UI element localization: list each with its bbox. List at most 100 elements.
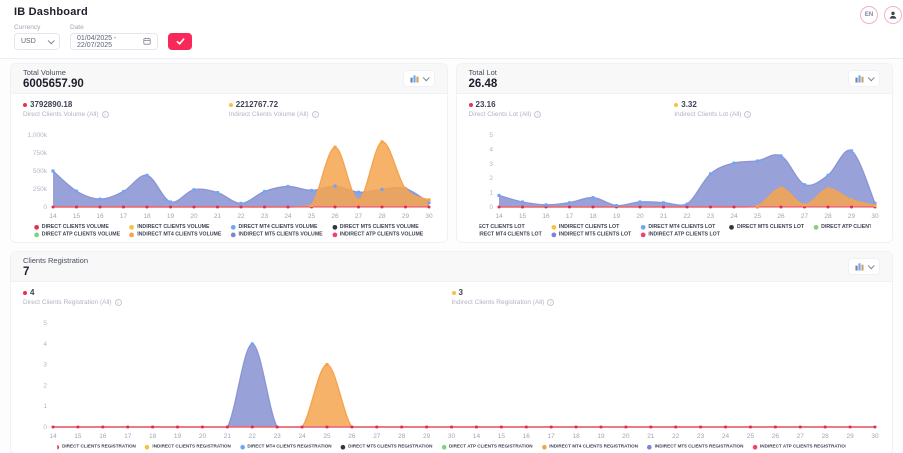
svg-text:25: 25 bbox=[753, 213, 761, 220]
svg-text:20: 20 bbox=[622, 433, 630, 440]
svg-text:23: 23 bbox=[274, 433, 282, 440]
legend-label: DIRECT MT4 CLIENTS REGISTRATION bbox=[247, 444, 331, 450]
info-icon[interactable]: i bbox=[312, 111, 319, 118]
svg-text:25: 25 bbox=[308, 213, 316, 220]
svg-text:15: 15 bbox=[498, 433, 506, 440]
stat-dot bbox=[229, 103, 233, 107]
legend-item[interactable]: INDIRECT ATP CLIENTS LOT bbox=[640, 232, 719, 238]
legend-label: INDIRECT MT5 CLIENTS LOT bbox=[558, 232, 630, 238]
legend-item[interactable]: DIRECT MT4 CLIENTS LOT bbox=[640, 224, 719, 230]
svg-text:750k: 750k bbox=[33, 150, 48, 157]
legend-item[interactable]: DIRECT ATP CLIENTS LOT bbox=[813, 224, 870, 230]
legend-item[interactable]: INDIRECT CLIENTS REGISTRATION bbox=[145, 444, 231, 450]
stat-indirect: 3 Indirect Clients Registration (All)i bbox=[452, 288, 881, 314]
bar-chart-icon bbox=[855, 74, 864, 83]
user-menu-button[interactable] bbox=[884, 6, 902, 24]
svg-text:19: 19 bbox=[167, 213, 175, 220]
info-icon[interactable]: i bbox=[115, 299, 122, 306]
clients-registration-card: Clients Registration 7 4 Direct Clients … bbox=[10, 251, 893, 453]
stat-label: Indirect Clients Registration (All) bbox=[452, 299, 545, 306]
user-icon bbox=[888, 10, 898, 20]
legend-label: DIRECT MT4 CLIENTS LOT bbox=[648, 224, 715, 230]
legend-dot bbox=[231, 232, 236, 237]
svg-text:27: 27 bbox=[373, 433, 381, 440]
stat-value: 3792890.18 bbox=[30, 100, 72, 109]
date-range-input[interactable]: 01/04/2025 - 22/07/2025 bbox=[70, 33, 158, 50]
svg-text:18: 18 bbox=[572, 433, 580, 440]
svg-text:30: 30 bbox=[425, 213, 433, 220]
language-button[interactable]: EN bbox=[860, 6, 878, 24]
svg-text:16: 16 bbox=[99, 433, 107, 440]
legend-dot bbox=[640, 232, 645, 237]
legend-dot bbox=[647, 444, 652, 449]
info-icon[interactable]: i bbox=[102, 111, 109, 118]
legend-item[interactable]: DIRECT ATP CLIENTS REGISTRATION bbox=[442, 444, 533, 450]
legend-label: DIRECT MT5 CLIENTS REGISTRATION bbox=[348, 444, 432, 450]
legend-item[interactable]: DIRECT CLIENTS LOT bbox=[479, 224, 542, 230]
svg-text:14: 14 bbox=[49, 433, 57, 440]
legend-item[interactable]: INDIRECT MT5 CLIENTS LOT bbox=[551, 232, 631, 238]
legend-item[interactable]: DIRECT MT4 CLIENTS REGISTRATION bbox=[240, 444, 332, 450]
legend-item[interactable]: DIRECT CLIENTS REGISTRATION bbox=[57, 444, 136, 450]
chevron-down-icon bbox=[48, 37, 55, 44]
apply-filters-button[interactable] bbox=[168, 33, 192, 50]
card-body: 23.16 Direct Clients Lot (All)i 3.32 Ind… bbox=[457, 94, 893, 242]
svg-text:30: 30 bbox=[448, 433, 456, 440]
legend-item[interactable]: INDIRECT ATP CLIENTS REGISTRATION bbox=[753, 444, 846, 450]
check-icon bbox=[176, 37, 185, 46]
legend-label: DIRECT CLIENTS LOT bbox=[479, 224, 524, 230]
legend-label: INDIRECT MT4 CLIENTS VOLUME bbox=[137, 232, 221, 238]
svg-text:1: 1 bbox=[489, 190, 493, 197]
stat-value: 3.32 bbox=[681, 100, 697, 109]
legend-item[interactable]: DIRECT MT5 CLIENTS LOT bbox=[729, 224, 804, 230]
legend-label: INDIRECT CLIENTS LOT bbox=[558, 224, 618, 230]
svg-text:17: 17 bbox=[120, 213, 128, 220]
topbar-actions: EN bbox=[860, 6, 893, 24]
legend-item[interactable]: INDIRECT MT4 CLIENTS REGISTRATION bbox=[542, 444, 638, 450]
stat-dot bbox=[469, 103, 473, 107]
svg-text:24: 24 bbox=[284, 213, 292, 220]
stat-value: 23.16 bbox=[476, 100, 496, 109]
total-lot-chart: 5432101415161718192021222324252627282930 bbox=[469, 128, 882, 222]
svg-text:2: 2 bbox=[43, 382, 47, 389]
legend-item[interactable]: DIRECT ATP CLIENTS VOLUME bbox=[34, 232, 120, 238]
stat-label: Direct Clients Lot (All) bbox=[469, 111, 532, 118]
legend-item[interactable]: DIRECT CLIENTS VOLUME bbox=[34, 224, 120, 230]
legend-item[interactable]: INDIRECT MT4 CLIENTS VOLUME bbox=[130, 232, 222, 238]
stat-dot bbox=[452, 291, 456, 295]
legend-dot bbox=[130, 232, 135, 237]
svg-text:17: 17 bbox=[548, 433, 556, 440]
info-icon[interactable]: i bbox=[744, 111, 751, 118]
info-icon[interactable]: i bbox=[547, 299, 554, 306]
svg-text:29: 29 bbox=[847, 213, 855, 220]
legend-item[interactable]: INDIRECT CLIENTS VOLUME bbox=[130, 224, 222, 230]
card-total-value: 26.48 bbox=[469, 78, 498, 90]
svg-text:22: 22 bbox=[249, 433, 257, 440]
legend-item[interactable]: INDIRECT MT5 CLIENTS REGISTRATION bbox=[647, 444, 743, 450]
currency-field: Currency USD bbox=[14, 24, 60, 50]
chart-type-button[interactable] bbox=[403, 70, 435, 87]
svg-text:16: 16 bbox=[542, 213, 550, 220]
currency-select[interactable]: USD bbox=[14, 33, 60, 50]
svg-text:2: 2 bbox=[489, 175, 493, 182]
chart-type-button[interactable] bbox=[848, 258, 880, 275]
card-total-value: 6005657.90 bbox=[23, 78, 84, 90]
legend-item[interactable]: DIRECT MT4 CLIENTS VOLUME bbox=[231, 224, 323, 230]
legend-item[interactable]: DIRECT MT5 CLIENTS REGISTRATION bbox=[341, 444, 433, 450]
currency-value: USD bbox=[21, 38, 36, 45]
chart-type-button[interactable] bbox=[848, 70, 880, 87]
info-icon[interactable]: i bbox=[534, 111, 541, 118]
bar-chart-icon bbox=[410, 74, 419, 83]
legend-item[interactable]: DIRECT MT5 CLIENTS VOLUME bbox=[332, 224, 423, 230]
svg-text:22: 22 bbox=[237, 213, 245, 220]
legend-item[interactable]: INDIRECT CLIENTS LOT bbox=[551, 224, 631, 230]
legend-dot bbox=[542, 444, 547, 449]
legend-item[interactable]: INDIRECT MT5 CLIENTS VOLUME bbox=[231, 232, 323, 238]
legend-label: DIRECT ATP CLIENTS LOT bbox=[821, 224, 870, 230]
legend-item[interactable]: INDIRECT MT4 CLIENTS LOT bbox=[479, 232, 542, 238]
stats-row: 4 Direct Clients Registration (All)i 3 I… bbox=[23, 288, 880, 314]
svg-text:1: 1 bbox=[43, 403, 47, 410]
legend-item[interactable]: INDIRECT ATP CLIENTS VOLUME bbox=[332, 232, 423, 238]
svg-text:26: 26 bbox=[348, 433, 356, 440]
svg-text:23: 23 bbox=[706, 213, 714, 220]
